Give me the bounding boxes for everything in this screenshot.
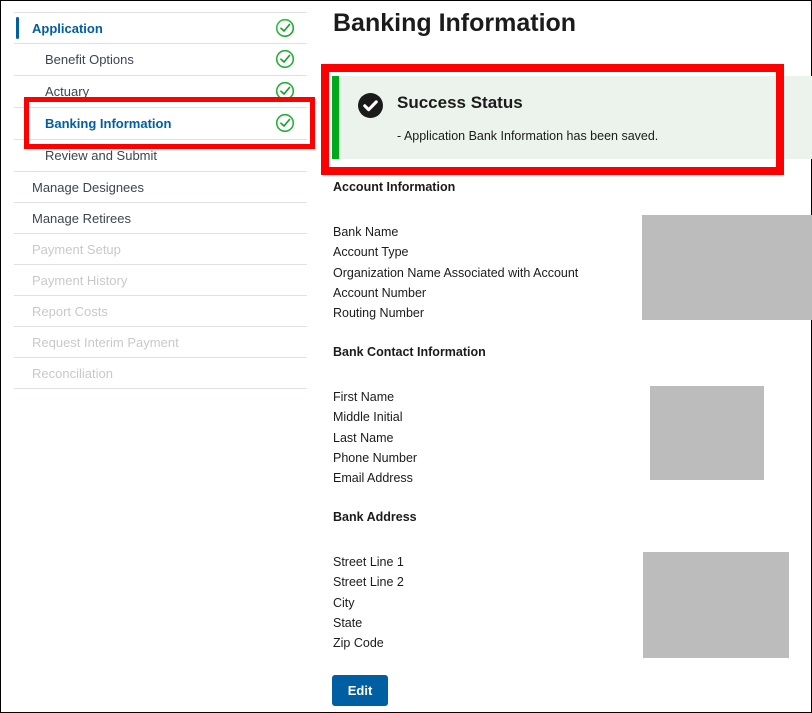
field-label: City <box>333 595 355 610</box>
bank-contact-fields: First Name Middle Initial Last Name Phon… <box>333 387 417 488</box>
field-label: State <box>333 615 363 630</box>
field-label: Middle Initial <box>333 410 403 425</box>
success-alert: Success Status - Application Bank Inform… <box>332 76 812 159</box>
alert-message: - Application Bank Information has been … <box>397 129 659 143</box>
field-label: Account Type <box>333 245 409 260</box>
sidebar-item-application[interactable]: Application <box>14 12 307 44</box>
check-circle-icon <box>275 18 295 38</box>
sidebar-item-payment-history: Payment History <box>14 265 307 296</box>
check-circle-icon <box>275 49 295 69</box>
field-label: Organization Name Associated with Accoun… <box>333 265 579 280</box>
field-label: First Name <box>333 390 395 404</box>
sidebar-item-label: Application <box>32 20 103 36</box>
sidebar-item-label: Banking Information <box>45 116 172 131</box>
active-indicator <box>16 17 19 39</box>
bank-address-fields: Street Line 1 Street Line 2 City State Z… <box>333 552 404 653</box>
sidebar-item-reconciliation: Reconciliation <box>14 358 307 389</box>
sidebar-item-label: Manage Retirees <box>32 210 131 226</box>
sidebar-item-report-costs: Report Costs <box>14 296 307 327</box>
sidebar-item-label: Payment History <box>32 272 128 288</box>
sidebar-item-label: Benefit Options <box>45 52 134 67</box>
sidebar-item-manage-retirees[interactable]: Manage Retirees <box>14 203 307 234</box>
field-label: Last Name <box>333 430 394 445</box>
sidebar-item-manage-designees[interactable]: Manage Designees <box>14 172 307 203</box>
sidebar-item-label: Reconciliation <box>32 365 113 381</box>
sidebar-item-label: Report Costs <box>32 303 108 319</box>
section-title-bank-address: Bank Address <box>333 510 417 524</box>
field-label: Zip Code <box>333 636 384 651</box>
field-label: Street Line 2 <box>333 575 404 590</box>
sidebar-item-label: Manage Designees <box>32 179 145 195</box>
sidebar-nav: Application Benefit Options Actuary Bank… <box>14 12 307 389</box>
alert-title: Success Status <box>397 93 523 112</box>
field-label: Street Line 1 <box>333 555 404 569</box>
section-title-bank-contact-information: Bank Contact Information <box>333 345 486 359</box>
check-circle-icon <box>275 113 295 133</box>
field-label: Bank Name <box>333 225 399 239</box>
sidebar-item-payment-setup: Payment Setup <box>14 234 307 265</box>
field-label: Email Address <box>333 471 413 486</box>
sidebar-item-benefit-options[interactable]: Benefit Options <box>14 44 307 76</box>
redacted-address-values <box>643 552 789 658</box>
check-circle-icon <box>358 93 383 118</box>
sidebar-item-label: Actuary <box>45 84 90 99</box>
account-information-fields: Bank Name Account Type Organization Name… <box>333 222 578 323</box>
field-label: Routing Number <box>333 306 425 321</box>
sidebar-item-label: Request Interim Payment <box>32 334 179 350</box>
sidebar-item-request-interim-payment: Request Interim Payment <box>14 327 307 358</box>
sidebar-item-banking-information[interactable]: Banking Information <box>14 108 307 140</box>
check-circle-icon <box>275 81 295 101</box>
sidebar-item-label: Review and Submit <box>45 148 157 163</box>
edit-button[interactable]: Edit <box>332 675 388 706</box>
page-title: Banking Information <box>333 9 577 37</box>
section-title-account-information: Account Information <box>333 180 456 194</box>
sidebar-item-actuary[interactable]: Actuary <box>14 76 307 108</box>
field-label: Phone Number <box>333 450 418 465</box>
sidebar-item-review-and-submit[interactable]: Review and Submit <box>14 140 307 172</box>
redacted-contact-values <box>650 386 764 480</box>
sidebar-item-label: Payment Setup <box>32 241 121 257</box>
redacted-account-values <box>642 215 812 320</box>
field-label: Account Number <box>333 285 427 300</box>
